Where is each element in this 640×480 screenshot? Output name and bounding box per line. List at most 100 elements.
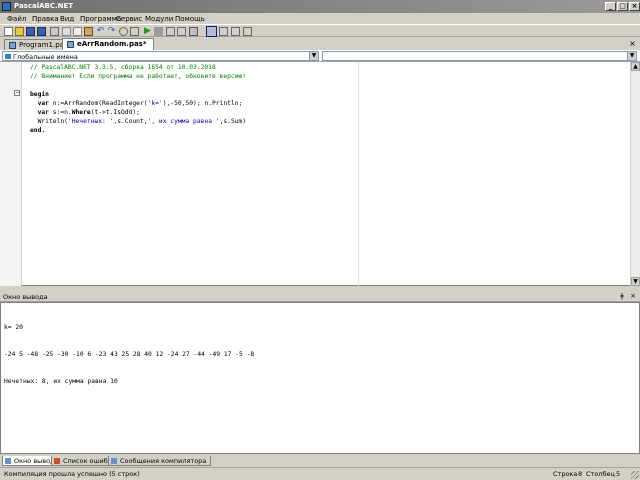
- close-panel-icon[interactable]: ×: [629, 293, 637, 301]
- code-editor[interactable]: − // PascalABC.NET 3.3.5, сборка 1654 от…: [0, 62, 640, 286]
- code-line[interactable]: Writeln('Нечетных: ',s.Count,', их сумма…: [30, 117, 247, 126]
- code-token: end.: [30, 127, 46, 134]
- close-window-button[interactable]: ×: [629, 2, 640, 11]
- code-token: 'k=': [147, 100, 163, 107]
- pascal-file-icon: [67, 41, 74, 48]
- member-combo[interactable]: ▼: [322, 51, 637, 61]
- code-token: var: [37, 100, 49, 107]
- code-token: begin: [30, 91, 49, 98]
- column-label: Столбец: [586, 470, 615, 478]
- output-line: -24 5 -48 -25 -30 -10 6 -23 43 25 28 40 …: [4, 351, 255, 358]
- menu-bar: Файл Правка Вид Программа Сервис Модули …: [0, 13, 640, 24]
- minimize-button[interactable]: _: [605, 2, 616, 11]
- bottom-panel-tabs: Окно вывода Список ошибок Сообщения комп…: [0, 456, 640, 467]
- code-token: ,s.Sum): [219, 118, 247, 125]
- document-tabs: Program1.pas* eArrRandom.pas*: [0, 38, 640, 50]
- tab-compiler-messages[interactable]: Сообщения компилятора: [108, 456, 212, 466]
- editor-gutter: −: [0, 62, 22, 286]
- menu-help[interactable]: Помощь: [175, 15, 205, 23]
- undo-icon[interactable]: ↶: [96, 27, 105, 36]
- code-token: s:=n.: [48, 109, 72, 116]
- step-into-icon[interactable]: [166, 27, 175, 36]
- menu-view[interactable]: Вид: [60, 15, 74, 23]
- output-line: Нечетных: 8, их сумма равна 10: [4, 378, 118, 385]
- code-line[interactable]: var n:=ArrRandom(ReadInteger('k='),-50,5…: [30, 99, 246, 108]
- toggle-output-icon[interactable]: [219, 27, 228, 36]
- save-icon[interactable]: [26, 27, 35, 36]
- code-token: Where: [71, 109, 91, 116]
- code-line[interactable]: // PascalABC.NET 3.3.5, сборка 1654 от 1…: [30, 63, 246, 72]
- output-area[interactable]: k= 20 -24 5 -48 -25 -30 -10 6 -23 43 25 …: [0, 302, 640, 454]
- run-icon[interactable]: ▶: [143, 27, 152, 36]
- output-panel-title: Окно вывода: [3, 293, 48, 301]
- code-line[interactable]: // Внимание! Если программа не работает,…: [30, 72, 246, 81]
- new-file-icon[interactable]: [4, 27, 13, 36]
- scroll-down-icon[interactable]: ▼: [631, 277, 640, 286]
- step-over-icon[interactable]: [177, 27, 186, 36]
- chevron-down-icon[interactable]: ▼: [627, 52, 636, 60]
- save-all-icon[interactable]: [37, 27, 46, 36]
- status-message: Компиляция прошла успешно (5 строк): [4, 470, 140, 478]
- code-token: ', их сумма равна ': [147, 118, 220, 125]
- tab-earrrandom[interactable]: eArrRandom.pas*: [62, 38, 154, 50]
- compile-icon[interactable]: [189, 27, 198, 36]
- error-list-icon: [54, 458, 60, 464]
- tab-label: eArrRandom.pas*: [77, 40, 147, 48]
- code-line[interactable]: end.: [30, 126, 246, 135]
- menu-file[interactable]: Файл: [7, 15, 26, 23]
- stop-icon[interactable]: [154, 27, 163, 36]
- output-panel-header: Окно вывода ǂ ×: [0, 292, 640, 302]
- close-tab-icon[interactable]: ×: [628, 40, 637, 49]
- global-names-label: Глобальные имена: [13, 53, 78, 61]
- right-margin-line: [358, 62, 359, 286]
- toggle-editor-icon[interactable]: [206, 26, 217, 37]
- print-icon[interactable]: [50, 27, 59, 36]
- output-window-icon: [5, 458, 11, 464]
- scroll-up-icon[interactable]: ▲: [631, 62, 640, 71]
- editor-vertical-scrollbar[interactable]: ▲ ▼: [630, 62, 640, 286]
- find-icon[interactable]: [119, 27, 128, 36]
- code-token: n:=ArrRandom(ReadInteger(: [48, 100, 148, 107]
- code-line[interactable]: var s:=n.Where(t->t.IsOdd);: [30, 108, 246, 117]
- code-token: ),-50,50); n.Println;: [162, 100, 243, 107]
- menu-modules[interactable]: Модули: [145, 15, 173, 23]
- options-icon[interactable]: [243, 27, 252, 36]
- code-line[interactable]: [30, 81, 246, 90]
- open-icon[interactable]: [15, 27, 24, 36]
- code-token: // PascalABC.NET 3.3.5, сборка 1654 от 1…: [30, 64, 216, 71]
- code-line[interactable]: begin: [30, 90, 246, 99]
- toolbar: ↶ ↷ ▶: [0, 24, 640, 37]
- chevron-down-icon[interactable]: ▼: [309, 52, 318, 60]
- code-token: Writeln(: [30, 118, 68, 125]
- global-names-combo[interactable]: Глобальные имена ▼: [2, 51, 319, 61]
- toggle-errors-icon[interactable]: [231, 27, 240, 36]
- menu-edit[interactable]: Правка: [32, 15, 59, 23]
- tab-label: Сообщения компилятора: [120, 457, 207, 465]
- column-value: 5: [616, 470, 621, 478]
- line-value: 8: [578, 470, 583, 478]
- pin-icon[interactable]: ǂ: [618, 293, 626, 301]
- line-label: Строка: [553, 470, 578, 478]
- replace-icon[interactable]: [130, 27, 139, 36]
- fold-toggle-icon[interactable]: −: [14, 90, 20, 96]
- output-line: k= 20: [4, 324, 23, 331]
- paste-icon[interactable]: [84, 27, 93, 36]
- cut-icon[interactable]: [62, 27, 71, 36]
- app-icon: [2, 2, 11, 11]
- resize-grip[interactable]: [631, 471, 639, 479]
- window-title: PascalABC.NET: [14, 2, 74, 10]
- code-token: (t->t.IsOdd);: [90, 109, 140, 116]
- copy-icon[interactable]: [73, 27, 82, 36]
- code-token: ,s.Count,: [113, 118, 148, 125]
- code-token: var: [37, 109, 49, 116]
- redo-icon[interactable]: ↷: [107, 27, 116, 36]
- pascal-file-icon: [9, 42, 16, 49]
- source-code[interactable]: // PascalABC.NET 3.3.5, сборка 1654 от 1…: [30, 63, 246, 135]
- status-bar: Компиляция прошла успешно (5 строк) Стро…: [0, 467, 640, 480]
- maximize-button[interactable]: □: [617, 2, 628, 11]
- code-token: 'Нечетных: ': [67, 118, 114, 125]
- menu-service[interactable]: Сервис: [116, 15, 142, 23]
- code-token: // Внимание! Если программа не работает,…: [30, 73, 247, 80]
